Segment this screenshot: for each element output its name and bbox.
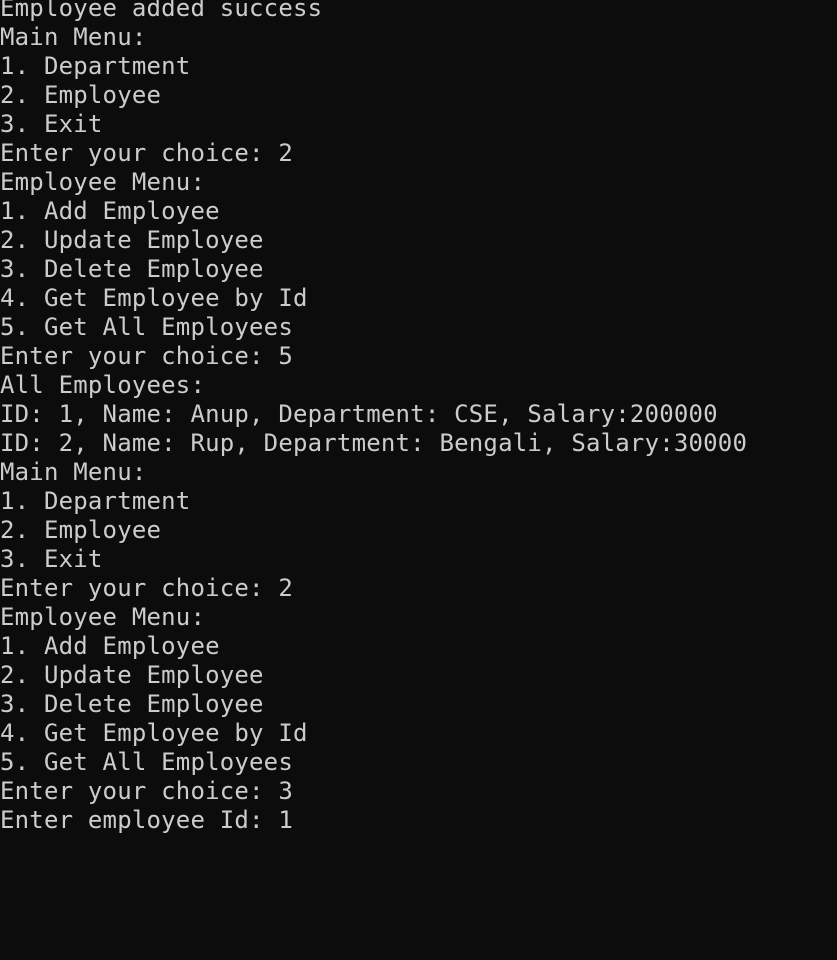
terminal-line: Enter employee Id: 1	[0, 806, 293, 834]
terminal-output[interactable]: Employee added success Main Menu: 1. Dep…	[0, 0, 837, 960]
